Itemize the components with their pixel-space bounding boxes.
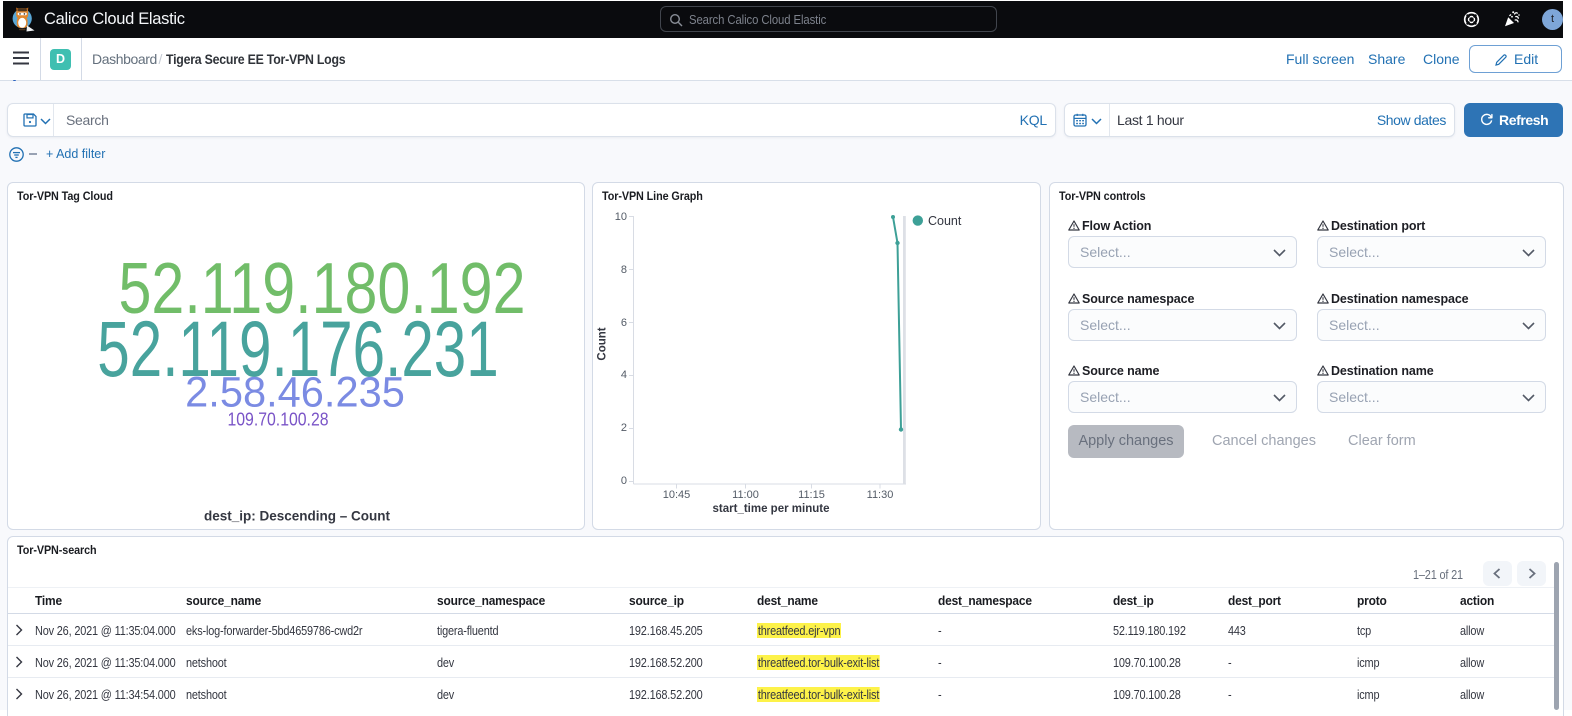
svg-text:0: 0 [621, 475, 627, 487]
svg-text:4: 4 [621, 369, 627, 381]
svg-text:11:15: 11:15 [798, 489, 825, 501]
svg-text:10: 10 [615, 211, 627, 223]
svg-text:start_time per minute: start_time per minute [713, 503, 830, 515]
svg-text:Count: Count [928, 214, 962, 228]
svg-text:11:30: 11:30 [867, 489, 894, 501]
svg-text:Count: Count [597, 327, 609, 360]
svg-text:10:45: 10:45 [663, 489, 691, 501]
svg-text:6: 6 [621, 317, 627, 329]
svg-text:11:00: 11:00 [732, 489, 759, 501]
svg-text:2: 2 [621, 422, 627, 434]
svg-text:8: 8 [621, 264, 627, 276]
